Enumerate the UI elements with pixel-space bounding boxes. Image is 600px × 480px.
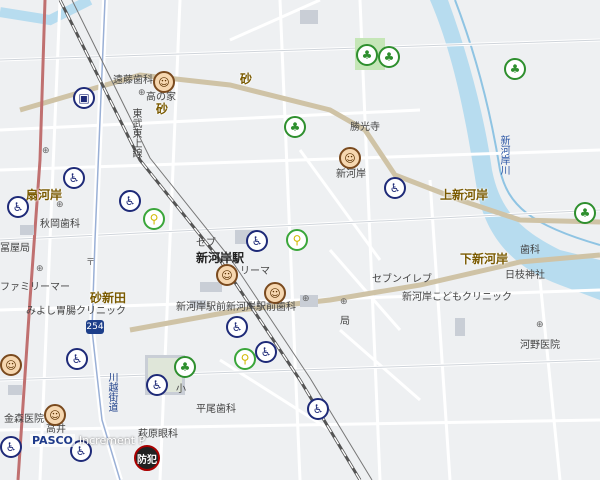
bicycle-icon[interactable]: ⚲ — [143, 208, 165, 230]
route-254-shield: 254 — [86, 320, 104, 334]
district-kamishingashi: 上新河岸 — [440, 188, 489, 202]
label-rima: リーマ — [240, 266, 270, 277]
wheelchair-icon[interactable]: ♿ — [307, 398, 329, 420]
wheelchair-icon[interactable]: ♿ — [246, 230, 268, 252]
label-seven-1: セブ — [196, 238, 216, 249]
wheelchair-icon[interactable]: ♿ — [226, 316, 248, 338]
district-suna: 砂 — [240, 72, 253, 86]
district-shimoshingashi: 下新河岸 — [460, 252, 509, 266]
label-seven-2: セブンイレブ — [372, 274, 432, 285]
bicycle-icon[interactable]: ⚲ — [286, 229, 308, 251]
label-akimoto-shika: 秋岡歯科 — [40, 219, 80, 230]
label-family-mart: ファミリーマー — [0, 282, 70, 293]
label-shingashi-ekimae-shika: 新河岸駅前歯科 — [226, 302, 296, 313]
map-canvas[interactable]: 新河岸駅 砂 砂 砂新田 扇河岸 上新河岸 下新河岸 新河岸川 川越街道 254… — [0, 0, 600, 480]
route-label: 川越街道 — [106, 372, 117, 412]
brand-logo: PASCO — [30, 434, 75, 447]
post-office-symbol: 〒 — [86, 258, 96, 268]
park-icon[interactable]: ♣ — [504, 58, 526, 80]
person-face-icon[interactable]: ☺ — [153, 71, 175, 93]
medical-symbol: ⊕ — [302, 294, 310, 304]
line-tobu-label: 東武東上線 — [130, 108, 141, 158]
medical-symbol: ⊕ — [42, 146, 50, 156]
label-hi-eda: 日枝神社 — [505, 270, 545, 281]
medical-symbol: ⊕ — [536, 320, 544, 330]
label-kawano: 河野医院 — [520, 340, 560, 351]
crime-prevention-icon[interactable]: 防犯 — [134, 445, 160, 471]
wheelchair-icon[interactable]: ♿ — [0, 436, 22, 458]
label-miyoshi: みよし胃腸クリニック — [26, 306, 126, 317]
medical-symbol: ⊕ — [340, 297, 348, 307]
river-label: 新河岸川 — [498, 135, 509, 175]
bicycle-icon[interactable]: ⚲ — [234, 348, 256, 370]
wheelchair-icon[interactable]: ♿ — [255, 341, 277, 363]
medical-symbol: ⊕ — [36, 264, 44, 274]
person-face-icon[interactable]: ☺ — [0, 354, 22, 376]
wheelchair-icon[interactable]: ♿ — [7, 196, 29, 218]
person-face-icon[interactable]: ☺ — [216, 264, 238, 286]
label-katsuko-ji: 勝光寺 — [350, 122, 380, 133]
wheelchair-icon[interactable]: ♿ — [66, 348, 88, 370]
wheelchair-icon[interactable]: ♿ — [63, 167, 85, 189]
label-hirao: 平尾歯科 — [196, 404, 236, 415]
label-post: 局 — [340, 316, 350, 327]
label-sho: 小 — [176, 384, 186, 395]
park-icon[interactable]: ♣ — [356, 44, 378, 66]
map-attribution: PASCO Increment P — [30, 434, 145, 447]
factory-icon[interactable]: ▣ — [73, 87, 95, 109]
medical-symbol: ⊕ — [56, 200, 64, 210]
person-face-icon[interactable]: ☺ — [339, 147, 361, 169]
label-shingashi-ekimae: 新河岸駅前 — [176, 302, 226, 313]
park-icon[interactable]: ♣ — [378, 46, 400, 68]
label-endo-shika: 遠藤歯科 — [113, 75, 153, 86]
label-shika-r: 歯科 — [520, 245, 540, 256]
person-face-icon[interactable]: ☺ — [44, 404, 66, 426]
label-kanamori: 金森医院 — [4, 414, 44, 425]
brand-sub: Increment P — [78, 434, 146, 447]
wheelchair-icon[interactable]: ♿ — [119, 190, 141, 212]
medical-symbol: ⊕ — [138, 88, 146, 98]
label-shingashi-kodomo: 新河岸こどもクリニック — [402, 292, 512, 303]
station-label[interactable]: 新河岸駅 — [196, 249, 244, 266]
wheelchair-icon[interactable]: ♿ — [384, 177, 406, 199]
label-tomiya: 冨屋局 — [0, 243, 30, 254]
wheelchair-icon[interactable]: ♿ — [146, 374, 168, 396]
park-icon[interactable]: ♣ — [174, 356, 196, 378]
park-icon[interactable]: ♣ — [284, 116, 306, 138]
park-icon[interactable]: ♣ — [574, 202, 596, 224]
person-face-icon[interactable]: ☺ — [264, 282, 286, 304]
